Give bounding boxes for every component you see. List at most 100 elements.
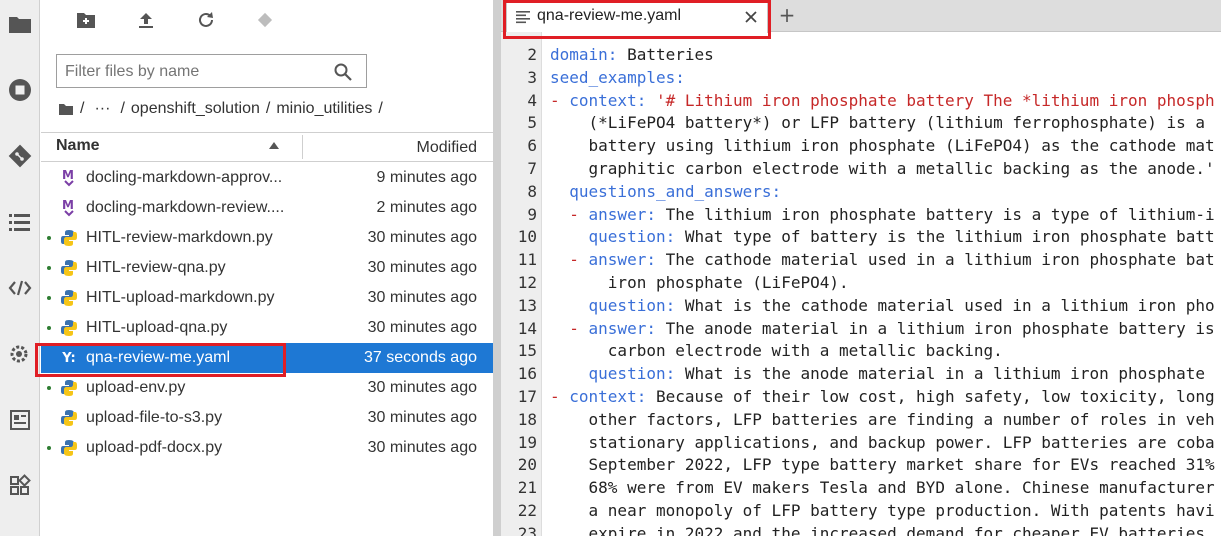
- new-folder-icon[interactable]: [76, 10, 96, 30]
- file-modified: 37 seconds ago: [364, 349, 477, 366]
- editor-panel: qna-review-me.yaml + 2 3 4 5 6 7 8 9 10 11 12 13 14 1…: [501, 0, 1221, 536]
- file-name: HITL-review-qna.py: [86, 259, 226, 276]
- activity-sidebar: [0, 0, 40, 536]
- code-line[interactable]: - context: Because of their low cost, hi…: [550, 387, 1215, 406]
- line-number: 18: [517, 409, 537, 429]
- upload-icon[interactable]: [136, 10, 156, 30]
- yaml-key: question:: [550, 295, 676, 315]
- code-line[interactable]: - answer: The lithium iron phosphate bat…: [550, 204, 1214, 224]
- code-line[interactable]: question: What is the anode material in …: [550, 364, 1215, 383]
- line-number: 4: [527, 90, 537, 110]
- property-inspector-icon[interactable]: [8, 408, 32, 432]
- file-row[interactable]: HITL-review-qna.py 30 minutes ago: [41, 253, 493, 283]
- code-line[interactable]: a near monopoly of LFP battery type prod…: [550, 501, 1215, 520]
- git-icon[interactable]: [8, 144, 32, 168]
- code-line[interactable]: graphitic carbon electrode with a metall…: [550, 159, 1215, 178]
- breadcrumb-ellipsis[interactable]: ···: [94, 100, 110, 118]
- code-line[interactable]: stationary applications, and backup powe…: [550, 433, 1215, 452]
- breadcrumb-item[interactable]: openshift_solution: [131, 100, 260, 118]
- running-indicator: [47, 446, 51, 450]
- yaml-value: a near monopoly of LFP battery type prod…: [550, 501, 1215, 520]
- line-number: 12: [517, 273, 537, 292]
- code-line[interactable]: domain: Batteries: [550, 45, 714, 64]
- file-filter[interactable]: [56, 54, 367, 88]
- code-line[interactable]: iron phosphate (LiFePO4).: [550, 273, 849, 292]
- file-row[interactable]: upload-pdf-docx.py 30 minutes ago: [41, 433, 493, 463]
- yaml-key: question:: [550, 364, 676, 384]
- file-row[interactable]: Y: qna-review-me.yaml 37 seconds ago: [41, 343, 493, 373]
- file-row[interactable]: Mdocling-markdown-approv... 9 minutes ago: [41, 163, 493, 193]
- line-number: 16: [517, 364, 537, 384]
- puzzle-icon[interactable]: [8, 474, 32, 498]
- file-list-header: Name Modified: [41, 132, 493, 162]
- yaml-value: expire in 2022 and the increased demand …: [550, 523, 1215, 536]
- stop-circle-icon[interactable]: [8, 78, 32, 102]
- code-line[interactable]: battery using lithium iron phosphate (Li…: [550, 136, 1215, 155]
- yaml-key: domain:: [550, 45, 618, 64]
- code-line[interactable]: seed_examples:: [550, 68, 685, 87]
- column-header-name[interactable]: Name: [56, 137, 100, 155]
- file-row[interactable]: Mdocling-markdown-review.... 2 minutes ag…: [41, 193, 493, 223]
- file-row[interactable]: HITL-review-markdown.py 30 minutes ago: [41, 223, 493, 253]
- line-number: 14: [517, 318, 537, 338]
- yaml-value: What is the anode material in a lithium …: [675, 364, 1215, 384]
- code-line[interactable]: carbon electrode with a metallic backing…: [550, 341, 1003, 360]
- yaml-file-icon: Y:: [62, 350, 76, 366]
- code-line[interactable]: expire in 2022 and the increased demand …: [550, 524, 1215, 536]
- yaml-value: (*LiFePO4 battery*) or LFP battery (lith…: [550, 113, 1215, 133]
- column-header-modified[interactable]: Modified: [417, 139, 477, 157]
- yaml-value: Batteries: [617, 45, 714, 64]
- tab-qna-review-me-yaml[interactable]: qna-review-me.yaml: [506, 0, 768, 33]
- breadcrumb-home-folder-icon[interactable]: [58, 102, 74, 116]
- code-line[interactable]: September 2022, LFP type battery market …: [550, 455, 1215, 474]
- line-number: 2: [527, 45, 537, 64]
- code-line[interactable]: - answer: The cathode material used in a…: [550, 250, 1214, 270]
- close-icon[interactable]: [743, 9, 759, 25]
- refresh-icon[interactable]: [196, 10, 216, 30]
- yaml-value: What is the cathode material used in a l…: [675, 295, 1215, 315]
- file-row[interactable]: HITL-upload-qna.py 30 minutes ago: [41, 313, 493, 343]
- code-editor[interactable]: 2 3 4 5 6 7 8 9 10 11 12 13 14 15 16 17 18 19 20 21 22 23 dom…: [501, 32, 1221, 536]
- code-line[interactable]: - answer: The anode material in a lithiu…: [550, 319, 1214, 338]
- tab-title: qna-review-me.yaml: [537, 7, 682, 24]
- line-number: 21: [517, 478, 537, 498]
- file-row[interactable]: HITL-upload-markdown.py 30 minutes ago: [41, 283, 493, 313]
- file-row[interactable]: upload-file-to-s3.py 30 minutes ago: [41, 403, 493, 433]
- extension-gear-icon[interactable]: [8, 342, 32, 366]
- breadcrumb-separator: /: [378, 100, 383, 117]
- code-line[interactable]: other factors, LFP batteries are finding…: [550, 410, 1215, 429]
- list-icon[interactable]: [8, 210, 32, 234]
- column-divider[interactable]: [302, 135, 303, 159]
- yaml-value: Because of their low cost, high safety, …: [646, 387, 1215, 406]
- line-number: 15: [517, 341, 537, 361]
- python-file-icon: [60, 288, 78, 308]
- yaml-key: seed_examples:: [550, 67, 685, 87]
- tab-bar: qna-review-me.yaml +: [501, 0, 1221, 33]
- line-number: 5: [527, 113, 537, 133]
- git-clone-icon[interactable]: [255, 10, 275, 30]
- folder-icon[interactable]: [8, 12, 32, 36]
- code-line[interactable]: 68% were from EV makers Tesla and BYD al…: [550, 478, 1215, 497]
- add-tab-button[interactable]: +: [777, 3, 797, 27]
- code-icon[interactable]: [8, 276, 32, 300]
- yaml-value: graphitic carbon electrode with a metall…: [550, 159, 1215, 178]
- text-file-icon: [516, 11, 530, 24]
- running-indicator: [47, 326, 51, 330]
- breadcrumb-item[interactable]: minio_utilities: [276, 100, 372, 118]
- filter-input[interactable]: [65, 62, 325, 82]
- python-file-icon: [60, 408, 78, 428]
- python-file-icon: [60, 438, 78, 458]
- file-row[interactable]: upload-env.py 30 minutes ago: [41, 373, 493, 403]
- code-line[interactable]: - context: '# Lithium iron phosphate bat…: [550, 91, 1215, 110]
- yaml-marker: -: [550, 204, 589, 224]
- yaml-key: answer:: [588, 250, 656, 270]
- code-line[interactable]: question: What type of battery is the li…: [550, 227, 1215, 246]
- code-line[interactable]: (*LiFePO4 battery*) or LFP battery (lith…: [550, 113, 1215, 132]
- code-line[interactable]: questions_and_answers:: [550, 182, 781, 201]
- code-line[interactable]: question: What is the cathode material u…: [550, 296, 1215, 315]
- search-icon[interactable]: [334, 63, 352, 81]
- yaml-value: carbon electrode with a metallic backing…: [550, 341, 1003, 361]
- line-number: 11: [517, 250, 537, 270]
- panel-splitter[interactable]: [493, 0, 501, 536]
- sort-ascending-icon[interactable]: [269, 142, 279, 149]
